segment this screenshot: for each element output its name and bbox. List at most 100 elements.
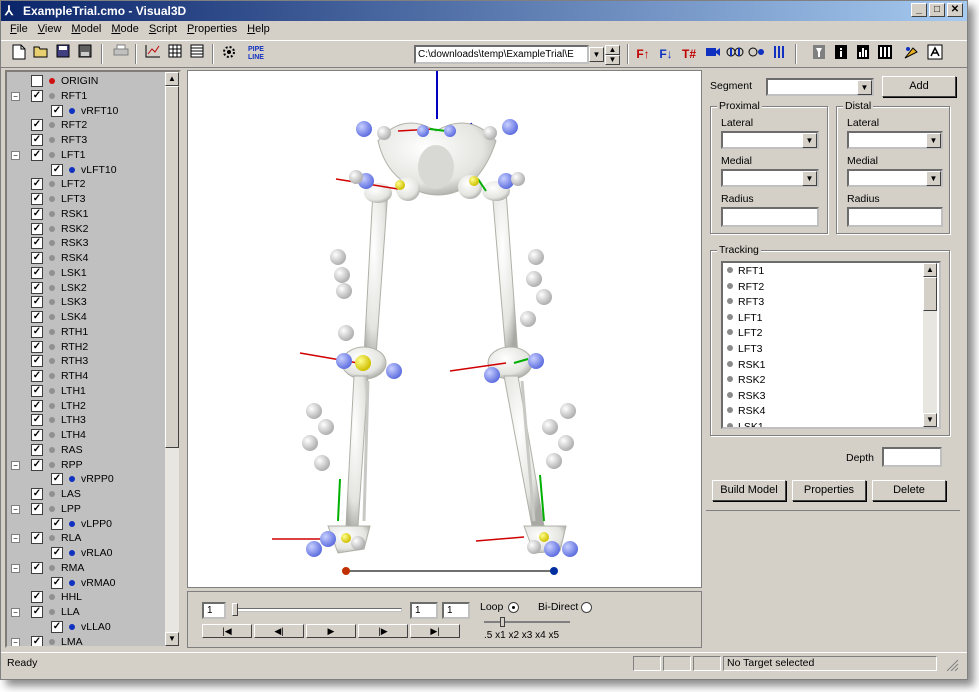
tree-item[interactable]: − ✓ LMA: [7, 635, 165, 646]
tracking-list-item[interactable]: RFT3: [727, 295, 764, 311]
tree-item-checkbox[interactable]: ✓: [31, 252, 43, 264]
step-back-button[interactable]: ◀|: [254, 624, 304, 638]
open-folder-icon[interactable]: [31, 44, 51, 64]
menu-file[interactable]: File: [5, 21, 33, 39]
tree-item[interactable]: ✓ LSK1: [7, 266, 165, 281]
tracking-list-item[interactable]: RFT2: [727, 280, 764, 296]
proximal-medial-combobox[interactable]: ▼: [721, 169, 819, 187]
tree-item[interactable]: ✓ RSK4: [7, 251, 165, 266]
grid-icon[interactable]: [165, 44, 185, 64]
speed-slider-thumb[interactable]: [500, 617, 505, 627]
bars-icon[interactable]: [853, 44, 873, 64]
proximal-radius-field[interactable]: [721, 207, 819, 227]
menu-script[interactable]: Script: [144, 21, 182, 39]
tree-expander-icon[interactable]: −: [11, 460, 20, 470]
tracking-list-item[interactable]: LSK1: [727, 420, 764, 427]
maximize-button[interactable]: □: [929, 3, 945, 17]
tree-item[interactable]: ✓ LTH4: [7, 428, 165, 443]
distal-radius-field[interactable]: [847, 207, 943, 227]
tree-item-checkbox[interactable]: ✓: [31, 606, 43, 618]
properties-button[interactable]: Properties: [792, 480, 866, 501]
tree-item[interactable]: − ✓ LLA: [7, 605, 165, 620]
tree-item[interactable]: ✓ vRFT10: [7, 104, 165, 119]
tree-item[interactable]: ✓ LTH1: [7, 384, 165, 399]
tree-item[interactable]: ✓ vRPP0: [7, 472, 165, 487]
tree-expander-icon[interactable]: −: [11, 637, 20, 646]
pillars-icon[interactable]: [875, 44, 895, 64]
tree-expander-icon[interactable]: −: [11, 504, 20, 514]
tracking-scrollbar[interactable]: ▲ ▼: [923, 263, 937, 427]
menu-view[interactable]: View: [33, 21, 67, 39]
new-file-icon[interactable]: [9, 44, 29, 64]
tree-item[interactable]: ORIGIN: [7, 74, 165, 89]
model-view-icon[interactable]: [725, 44, 745, 64]
tree-item-checkbox[interactable]: ✓: [31, 296, 43, 309]
step-forward-button[interactable]: |▶: [358, 624, 408, 638]
tree-item-checkbox[interactable]: ✓: [31, 266, 43, 279]
tree-item[interactable]: ✓ RSK1: [7, 207, 165, 222]
spin-down-icon[interactable]: ▼: [605, 55, 620, 65]
tree-item-checkbox[interactable]: ✓: [31, 207, 43, 220]
tracking-list-item[interactable]: RSK2: [727, 373, 765, 389]
path-combobox[interactable]: C:\downloads\temp\ExampleTrial\E: [414, 45, 589, 64]
tree-item[interactable]: ✓ LSK3: [7, 295, 165, 310]
segment-view-icon[interactable]: [769, 44, 789, 64]
tree-item[interactable]: ✓ LSK2: [7, 281, 165, 296]
tree-item[interactable]: − ✓ LPP: [7, 502, 165, 517]
start-frame-field[interactable]: 1: [202, 602, 226, 619]
add-segment-button[interactable]: Add: [882, 76, 956, 97]
tree-item-checkbox[interactable]: ✓: [31, 502, 43, 515]
tree-item[interactable]: ✓ RSK3: [7, 236, 165, 251]
tree-item-checkbox[interactable]: ✓: [31, 148, 43, 161]
tracking-list-item[interactable]: LFT1: [727, 311, 763, 327]
tree-item-checkbox[interactable]: ✓: [51, 163, 63, 176]
tree-item[interactable]: ✓ HHL: [7, 590, 165, 605]
tree-item[interactable]: − ✓ RLA: [7, 531, 165, 546]
process-icon[interactable]: [219, 44, 239, 64]
3d-viewport[interactable]: [187, 70, 702, 588]
distal-medial-combobox[interactable]: ▼: [847, 169, 943, 187]
build-model-button[interactable]: Build Model: [712, 480, 786, 501]
tree-item[interactable]: ✓ RTH1: [7, 325, 165, 340]
menu-mode[interactable]: Mode: [106, 21, 144, 39]
graph-icon[interactable]: [143, 44, 163, 64]
frame-slider-thumb[interactable]: [232, 603, 238, 616]
scroll-down-icon[interactable]: ▼: [165, 632, 179, 646]
current-frame-field[interactable]: 1: [410, 602, 438, 619]
close-button[interactable]: ✕: [947, 3, 963, 17]
tree-item-checkbox[interactable]: ✓: [31, 311, 43, 323]
filter-icon[interactable]: [809, 44, 829, 64]
tracking-list-item[interactable]: RFT1: [727, 264, 764, 280]
tree-expander-icon[interactable]: −: [11, 534, 20, 544]
tree-item[interactable]: ✓ RFT3: [7, 133, 165, 148]
bidirect-radio[interactable]: [581, 602, 592, 613]
tracking-list-item[interactable]: RSK1: [727, 358, 765, 374]
marker-view-icon[interactable]: [747, 44, 767, 64]
tracking-list-item[interactable]: LFT3: [727, 342, 763, 358]
tree-item-checkbox[interactable]: ✓: [31, 222, 43, 235]
tree-item[interactable]: − ✓ RPP: [7, 458, 165, 473]
tree-expander-icon[interactable]: −: [11, 150, 20, 160]
tree-item-checkbox[interactable]: ✓: [51, 104, 63, 117]
speed-slider-track[interactable]: [484, 621, 570, 623]
tree-item-checkbox[interactable]: ✓: [51, 547, 63, 559]
spin-up-icon[interactable]: ▲: [605, 45, 620, 55]
tree-item-checkbox[interactable]: ✓: [31, 237, 43, 250]
torque-button[interactable]: T#: [679, 44, 699, 64]
force-up-button[interactable]: F↑: [633, 44, 653, 64]
tree-item[interactable]: ✓ LSK4: [7, 310, 165, 325]
tree-item-checkbox[interactable]: ✓: [31, 429, 43, 441]
path-dropdown-chevron-down-icon[interactable]: ▼: [589, 47, 604, 62]
save-icon[interactable]: [53, 44, 73, 64]
tree-expander-icon[interactable]: −: [11, 608, 20, 617]
tree-item[interactable]: ✓ LTH2: [7, 399, 165, 414]
tree-item-checkbox[interactable]: ✓: [31, 193, 43, 205]
chevron-down-icon[interactable]: ▼: [802, 171, 817, 186]
scroll-up-icon[interactable]: ▲: [165, 72, 179, 86]
tree-item[interactable]: ✓ vRLA0: [7, 546, 165, 561]
tree-item-checkbox[interactable]: ✓: [31, 414, 43, 427]
loop-radio[interactable]: [508, 602, 519, 613]
about-icon[interactable]: [925, 44, 945, 64]
frame-slider-track[interactable]: [232, 608, 402, 612]
tree-item[interactable]: ✓ RAS: [7, 443, 165, 458]
